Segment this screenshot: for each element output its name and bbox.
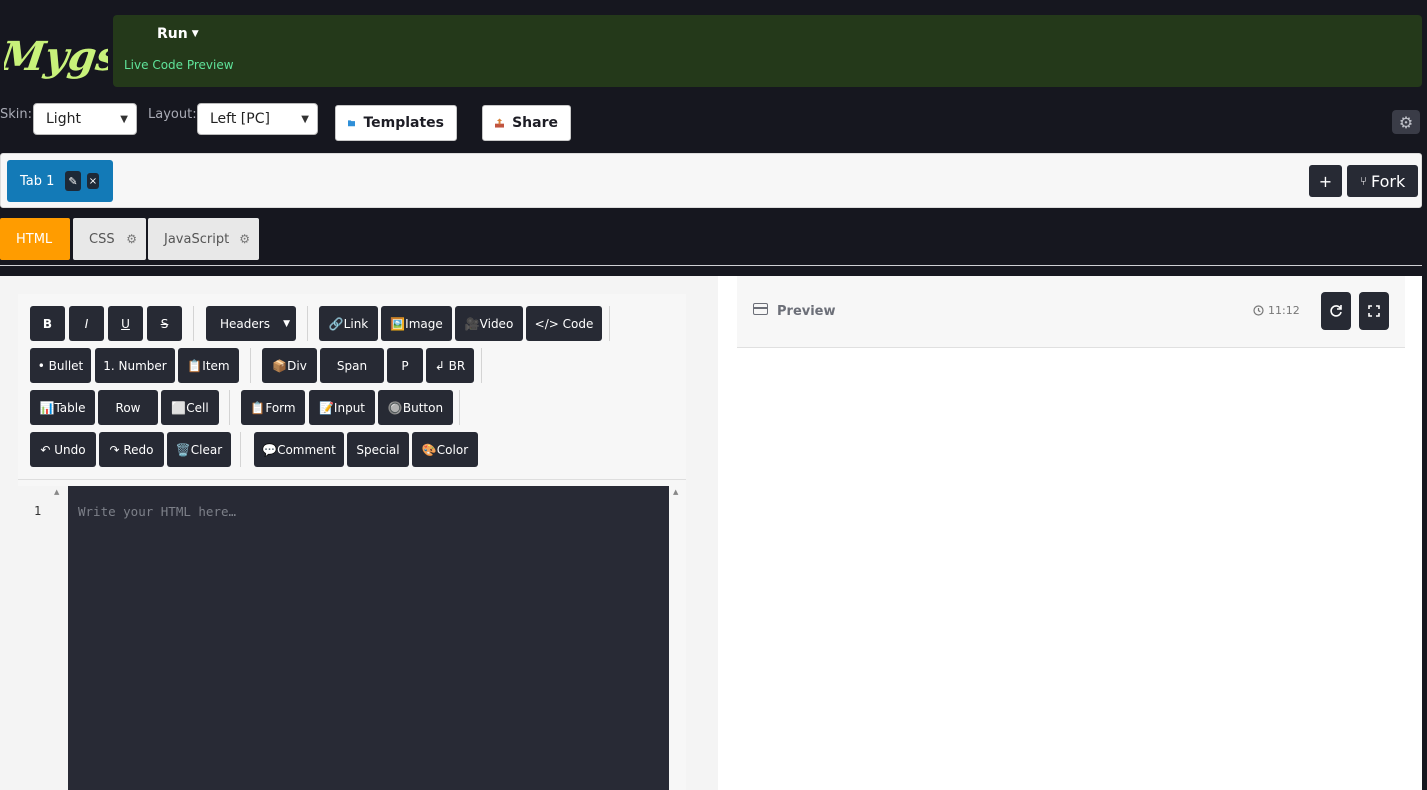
- gear-icon[interactable]: ⚙: [239, 232, 250, 246]
- scroll-up-arrow-icon[interactable]: ▲: [673, 488, 678, 496]
- tab-css[interactable]: CSS ⚙: [73, 218, 146, 260]
- html-button-button[interactable]: 🔘Button: [378, 390, 453, 425]
- line-break-button[interactable]: ↲ BR: [426, 348, 474, 383]
- preview-header: Preview 11:12: [737, 276, 1405, 348]
- link-button[interactable]: 🔗Link: [319, 306, 378, 341]
- clear-button[interactable]: 🗑️Clear: [167, 432, 231, 467]
- italic-button[interactable]: I: [69, 306, 104, 341]
- expand-icon: [1368, 305, 1380, 317]
- comment-button[interactable]: 💬Comment: [254, 432, 344, 467]
- preview-time-text: 11:12: [1268, 304, 1300, 317]
- fullscreen-button[interactable]: [1359, 292, 1389, 330]
- add-tab-button[interactable]: +: [1309, 165, 1342, 197]
- cell-button[interactable]: ⬜Cell: [161, 390, 219, 425]
- toolbar-divider: [481, 348, 482, 383]
- tab-1-label: Tab 1: [20, 173, 55, 189]
- preview-timestamp: 11:12: [1253, 304, 1300, 317]
- run-button[interactable]: Run ▼: [157, 26, 199, 42]
- logo-text: Mygs: [4, 33, 108, 80]
- tab-html[interactable]: HTML: [0, 218, 70, 260]
- preview-panel: Preview 11:12: [718, 276, 1422, 790]
- gear-icon[interactable]: ⚙: [126, 232, 137, 246]
- live-preview-label: Live Code Preview: [124, 58, 234, 72]
- div-button[interactable]: 📦Div: [262, 348, 317, 383]
- preview-title: Preview: [777, 304, 836, 319]
- strikethrough-button[interactable]: S: [147, 306, 182, 341]
- editor-panel: B I U S Headers ▼ 🔗Link 🖼️Image 🎥Video <…: [18, 294, 686, 790]
- tab-css-label: CSS: [89, 231, 115, 247]
- toolbar-divider: [609, 306, 610, 341]
- row-button[interactable]: Row: [98, 390, 158, 425]
- chevron-down-icon: ▼: [120, 113, 128, 125]
- html-code-editor[interactable]: Write your HTML here…: [68, 486, 669, 790]
- layout-value: Left [PC]: [210, 111, 270, 127]
- share-button[interactable]: Share: [482, 105, 571, 141]
- layout-select[interactable]: Left [PC] ▼: [197, 103, 318, 135]
- fork-label: Fork: [1370, 171, 1406, 191]
- run-bar: Run ▼ Live Code Preview: [113, 15, 1422, 87]
- settings-gear-icon[interactable]: ⚙: [1392, 110, 1420, 134]
- templates-button[interactable]: Templates: [335, 105, 457, 141]
- refresh-button[interactable]: [1321, 292, 1351, 330]
- tab-1[interactable]: Tab 1 ✎ ×: [7, 160, 113, 202]
- headers-label: Headers: [220, 316, 270, 331]
- toolbar-divider: [229, 390, 230, 425]
- bold-button[interactable]: B: [30, 306, 65, 341]
- editor-placeholder: Write your HTML here…: [78, 504, 237, 519]
- tab-javascript-label: JavaScript: [164, 231, 230, 247]
- tab-html-label: HTML: [16, 231, 53, 247]
- close-icon[interactable]: ×: [87, 173, 99, 189]
- fork-icon: ⑂: [1359, 174, 1367, 188]
- refresh-icon: [1330, 305, 1342, 317]
- toolbar-divider: [193, 306, 194, 341]
- underline-button[interactable]: U: [108, 306, 143, 341]
- tab-javascript[interactable]: JavaScript ⚙: [148, 218, 259, 260]
- clock-icon: [1253, 305, 1264, 316]
- folder-icon: [348, 120, 356, 127]
- item-button[interactable]: 📋Item: [178, 348, 239, 383]
- number-button[interactable]: 1. Number: [95, 348, 175, 383]
- layout-label: Layout:: [148, 107, 197, 122]
- toolbar-divider: [250, 348, 251, 383]
- upload-icon: [495, 118, 505, 128]
- pencil-icon[interactable]: ✎: [65, 171, 81, 191]
- span-button[interactable]: Span: [320, 348, 384, 383]
- logo: Mygs: [4, 33, 108, 80]
- color-button[interactable]: 🎨Color: [412, 432, 478, 467]
- toolbar-divider: [307, 306, 308, 341]
- share-label: Share: [512, 115, 558, 131]
- divider: [0, 265, 1422, 266]
- skin-select[interactable]: Light ▼: [33, 103, 137, 135]
- editor-toolbar: B I U S Headers ▼ 🔗Link 🖼️Image 🎥Video <…: [18, 294, 686, 480]
- tabs-bar: Tab 1 ✎ × + ⑂ Fork: [0, 153, 1422, 208]
- scroll-up-arrow-icon[interactable]: ▲: [54, 488, 59, 496]
- workspace: B I U S Headers ▼ 🔗Link 🖼️Image 🎥Video <…: [0, 276, 1422, 790]
- line-number: 1: [34, 504, 42, 518]
- special-button[interactable]: Special: [347, 432, 409, 467]
- chevron-down-icon: ▼: [301, 113, 309, 125]
- image-button[interactable]: 🖼️Image: [381, 306, 452, 341]
- headers-select[interactable]: Headers ▼: [206, 306, 296, 341]
- toolbar-divider: [459, 390, 460, 425]
- redo-button[interactable]: ↷ Redo: [99, 432, 164, 467]
- caret-down-icon: ▼: [191, 29, 199, 39]
- line-gutter: ▲ 1: [18, 486, 68, 790]
- toolbar-divider: [240, 432, 241, 467]
- skin-label: Skin:: [0, 107, 33, 122]
- table-button[interactable]: 📊Table: [30, 390, 95, 425]
- chevron-down-icon: ▼: [283, 318, 290, 329]
- paragraph-button[interactable]: P: [387, 348, 423, 383]
- code-button[interactable]: </> Code: [526, 306, 602, 341]
- input-button[interactable]: 📝Input: [309, 390, 375, 425]
- fork-button[interactable]: ⑂ Fork: [1347, 165, 1418, 197]
- video-button[interactable]: 🎥Video: [455, 306, 523, 341]
- templates-label: Templates: [363, 115, 444, 131]
- form-button[interactable]: 📋Form: [241, 390, 305, 425]
- undo-button[interactable]: ↶ Undo: [30, 432, 96, 467]
- bullet-button[interactable]: • Bullet: [30, 348, 91, 383]
- skin-value: Light: [46, 111, 81, 127]
- window-icon: [753, 303, 768, 315]
- run-label: Run: [157, 26, 188, 42]
